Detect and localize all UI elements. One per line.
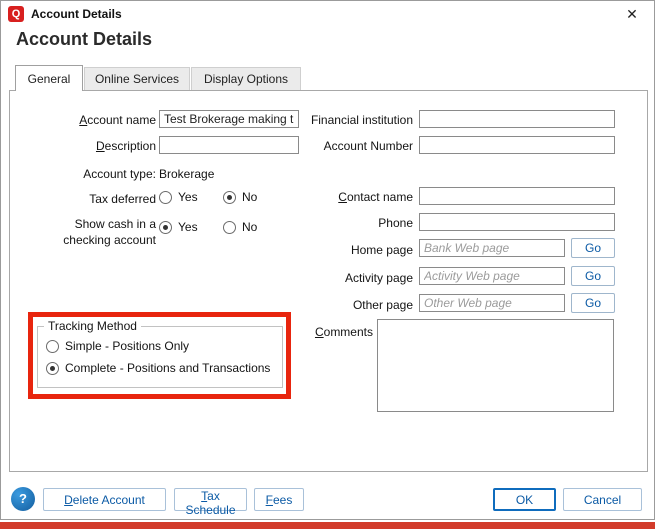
home-page-go-button[interactable]: Go — [571, 238, 615, 258]
financial-institution-input[interactable] — [419, 110, 615, 128]
radio-label: Simple - Positions Only — [65, 339, 189, 353]
button-label: Fees — [266, 493, 293, 507]
tax-schedule-button[interactable]: Tax Schedule — [174, 488, 247, 511]
account-number-input[interactable] — [419, 136, 615, 154]
radio-label: Yes — [178, 190, 198, 204]
title-bar: Q Account Details ✕ — [1, 1, 654, 27]
tracking-method-legend: Tracking Method — [44, 319, 141, 333]
radio-icon — [46, 362, 59, 375]
screenshot-canvas: Q Account Details ✕ Account Details Gene… — [0, 0, 655, 529]
button-label: Cancel — [584, 493, 621, 507]
account-details-dialog: Q Account Details ✕ Account Details Gene… — [0, 0, 655, 520]
account-name-label: Account name — [11, 113, 156, 127]
contact-name-input[interactable] — [419, 187, 615, 205]
phone-label: Phone — [241, 216, 413, 230]
radio-icon — [223, 191, 236, 204]
radio-label: Complete - Positions and Transactions — [65, 361, 270, 375]
account-type-label: Account type: — [11, 167, 156, 181]
activity-page-input[interactable] — [419, 267, 565, 285]
help-icon[interactable]: ? — [11, 487, 35, 511]
home-page-label: Home page — [241, 243, 413, 257]
ok-button[interactable]: OK — [493, 488, 556, 511]
show-cash-label: Show cash in a checking account — [56, 217, 156, 248]
tax-deferred-label: Tax deferred — [11, 192, 156, 206]
tracking-complete-radio[interactable]: Complete - Positions and Transactions — [46, 361, 270, 375]
show-cash-yes-radio[interactable]: Yes — [159, 220, 198, 234]
contact-name-label: Contact name — [241, 190, 413, 204]
tracking-simple-radio[interactable]: Simple - Positions Only — [46, 339, 189, 353]
home-page-input[interactable] — [419, 239, 565, 257]
fees-button[interactable]: Fees — [254, 488, 304, 511]
quicken-logo-icon: Q — [8, 6, 24, 22]
other-page-input[interactable] — [419, 294, 565, 312]
account-number-label: Account Number — [241, 139, 413, 153]
radio-icon — [159, 221, 172, 234]
cancel-button[interactable]: Cancel — [563, 488, 642, 511]
button-label: Delete Account — [64, 493, 145, 507]
tab-display-options[interactable]: Display Options — [191, 67, 301, 90]
activity-page-go-button[interactable]: Go — [571, 266, 615, 286]
comments-label: Comments — [241, 325, 373, 339]
button-label: Tax Schedule — [175, 489, 246, 517]
tab-general[interactable]: General — [15, 65, 83, 91]
financial-institution-label: Financial institution — [241, 113, 413, 127]
close-icon[interactable]: ✕ — [618, 3, 646, 25]
comments-textarea[interactable] — [377, 319, 614, 412]
description-label: Description — [11, 139, 156, 153]
other-page-go-button[interactable]: Go — [571, 293, 615, 313]
tax-deferred-yes-radio[interactable]: Yes — [159, 190, 198, 204]
window-title: Account Details — [31, 7, 122, 21]
tab-online-services[interactable]: Online Services — [84, 67, 190, 90]
other-page-label: Other page — [241, 298, 413, 312]
radio-label: Yes — [178, 220, 198, 234]
delete-account-button[interactable]: Delete Account — [43, 488, 166, 511]
bottom-red-strip — [0, 522, 655, 529]
page-title: Account Details — [16, 29, 152, 50]
account-type-value: Brokerage — [159, 167, 214, 181]
radio-icon — [223, 221, 236, 234]
radio-icon — [159, 191, 172, 204]
radio-icon — [46, 340, 59, 353]
activity-page-label: Activity page — [241, 271, 413, 285]
button-label: OK — [516, 493, 533, 507]
phone-input[interactable] — [419, 213, 615, 231]
